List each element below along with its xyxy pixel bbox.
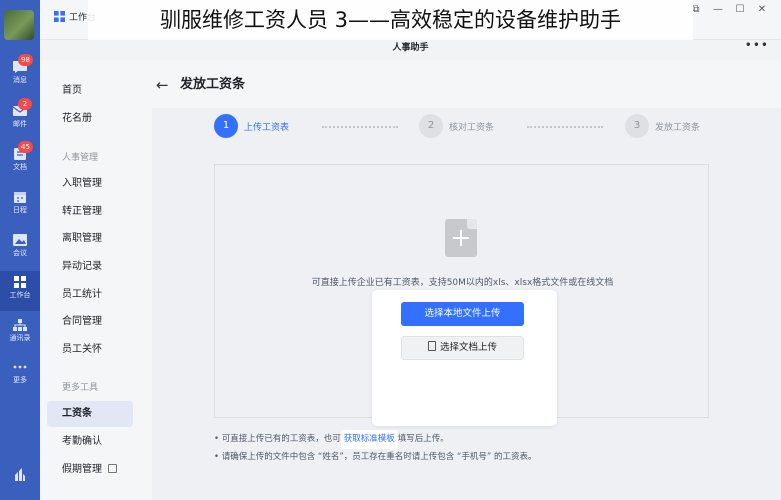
note-name-requirement: • 请确保上传的文件中包含 “姓名”，员工存在重名时请上传包含 “手机号” 的工…	[214, 452, 537, 462]
step-send: 3 发放工资条	[625, 114, 700, 140]
appbar-calendar[interactable]: 日程	[0, 186, 40, 226]
nav-group-tools: 更多工具	[62, 383, 99, 393]
app-header: 人事助手 •••	[40, 38, 781, 56]
appbar-more[interactable]: 更多	[0, 356, 40, 396]
contacts-icon	[13, 319, 27, 331]
app-logo-icon	[15, 468, 25, 481]
unread-badge: 2	[18, 98, 32, 110]
nav-group-hr: 人事管理	[62, 153, 99, 163]
appbar-meeting[interactable]: 会议	[0, 229, 40, 269]
dropzone-hint: 可直接上传企业已有工资表，支持50M以内的xls、xlsx格式文件或在线文档	[311, 278, 614, 288]
page-title: 发放工资条	[180, 77, 246, 92]
step-label: 发放工资条	[655, 122, 701, 133]
appbar-label: 通讯录	[9, 334, 31, 342]
appbar-label: 会议	[13, 249, 27, 257]
nav-item-contracts[interactable]: 合同管理	[47, 309, 133, 335]
note-template: • 可直接上传已有的工资表，也可 获取标准模板 填写后上传。	[214, 430, 734, 449]
step-label: 核对工资条	[449, 122, 495, 133]
appbar-messages[interactable]: 消息 98	[0, 54, 40, 96]
upload-notes: • 可直接上传已有的工资表，也可 获取标准模板 填写后上传。 • 请确保上传的文件中…	[214, 430, 734, 466]
unread-badge: 45	[18, 141, 33, 153]
step-upload: 1 上传工资表	[214, 114, 289, 140]
nav-item-onboarding[interactable]: 入职管理	[47, 171, 133, 197]
app-sidebar: 消息 98 邮件 2 文档 45 日程 会议 工作台 通讯录 更多	[0, 0, 40, 500]
appbar-workspace[interactable]: 工作台	[0, 271, 40, 311]
document-icon	[427, 341, 436, 351]
side-navigation: 首页 花名册 人事管理 入职管理 转正管理 离职管理 异动记录 员工统计 合同管…	[40, 60, 152, 500]
workspace-icon	[14, 276, 26, 288]
more-options-icon[interactable]: •••	[745, 38, 769, 52]
nav-item-leave-label: 假期管理	[62, 464, 102, 475]
get-template-link[interactable]: 获取标准模板	[340, 430, 398, 449]
app-title: 人事助手	[392, 43, 429, 53]
appbar-contacts[interactable]: 通讯录	[0, 314, 40, 354]
workspace-tab-icon	[54, 11, 65, 22]
nav-item-roster[interactable]: 花名册	[47, 106, 133, 132]
upload-document-label: 选择文档上传	[439, 342, 497, 353]
minimize-icon[interactable]: —	[707, 3, 729, 17]
nav-item-payslip[interactable]: 工资条	[47, 401, 133, 427]
step-verify: 2 核对工资条	[419, 114, 494, 140]
upload-local-file-button[interactable]: 选择本地文件上传	[401, 302, 524, 326]
main-panel: ← 发放工资条 1 上传工资表 2 核对工资条 3 发放工资条 可直接上传企业已有工资…	[152, 60, 781, 500]
appbar-label: 消息	[13, 76, 27, 84]
nav-item-home[interactable]: 首页	[47, 78, 133, 104]
avatar[interactable]	[4, 10, 34, 40]
unread-badge: 98	[18, 54, 33, 66]
nav-item-attendance[interactable]: 考勤确认	[47, 429, 133, 455]
more-icon	[13, 365, 27, 369]
step-number: 1	[214, 114, 238, 138]
note-text: • 可直接上传已有的工资表，也可	[214, 434, 341, 444]
step-number: 2	[419, 114, 443, 138]
appbar-mail[interactable]: 邮件 2	[0, 98, 40, 140]
appbar-label: 日程	[13, 206, 27, 214]
external-link-icon	[108, 464, 117, 473]
window-controls: ⧉ — ☐ ✕	[685, 2, 773, 17]
upload-options-popup: 选择本地文件上传 选择文档上传	[372, 290, 557, 426]
close-icon[interactable]: ✕	[751, 3, 773, 17]
appbar-label: 更多	[13, 376, 27, 384]
step-number: 3	[625, 114, 649, 138]
maximize-icon[interactable]: ☐	[729, 3, 751, 17]
overlay-title: 驯服维修工资人员 3——高效稳定的设备维护助手	[88, 0, 693, 40]
appbar-label: 文档	[13, 163, 27, 171]
appbar-label: 工作台	[9, 291, 31, 299]
step-connector	[527, 126, 603, 128]
stepper: 1 上传工资表 2 核对工资条 3 发放工资条	[214, 114, 734, 144]
appbar-docs[interactable]: 文档 45	[0, 141, 40, 183]
nav-item-care[interactable]: 员工关怀	[47, 337, 133, 363]
back-arrow-icon[interactable]: ←	[156, 76, 169, 94]
nav-item-offboarding[interactable]: 离职管理	[47, 226, 133, 252]
step-label: 上传工资表	[244, 122, 290, 133]
nav-item-changes[interactable]: 异动记录	[47, 254, 133, 280]
step-connector	[322, 126, 398, 128]
upload-card: 1 上传工资表 2 核对工资条 3 发放工资条 可直接上传企业已有工资表，支持50M以…	[152, 108, 781, 500]
calendar-icon	[14, 192, 26, 203]
nav-item-regularization[interactable]: 转正管理	[47, 199, 133, 225]
upload-document-button[interactable]: 选择文档上传	[401, 336, 524, 360]
meeting-icon	[13, 234, 27, 246]
appbar-label: 邮件	[13, 120, 27, 128]
note-text: 填写后上传。	[397, 434, 449, 444]
nav-item-statistics[interactable]: 员工统计	[47, 282, 133, 308]
nav-item-leave[interactable]: 假期管理	[47, 457, 133, 483]
add-file-icon	[445, 219, 477, 257]
appbar-bottom-logo[interactable]	[0, 467, 40, 486]
